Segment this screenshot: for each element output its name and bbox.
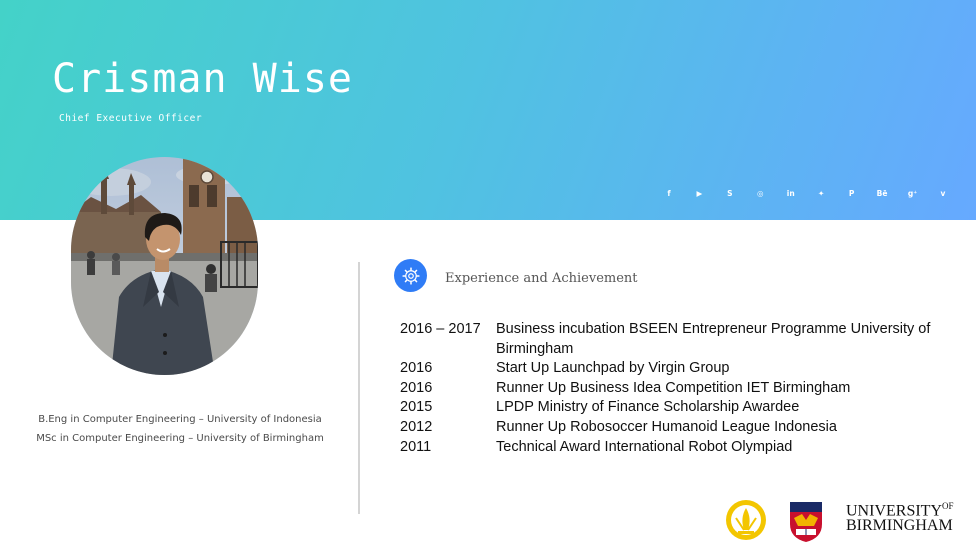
list-item: 2011 Technical Award International Robot…	[400, 438, 960, 458]
behance-icon[interactable]: Bē	[869, 185, 895, 201]
twitter-icon[interactable]: ✦	[808, 185, 834, 201]
achievement-year: 2012	[400, 418, 433, 435]
section-icon-badge	[394, 259, 427, 292]
achievements-list: 2016 – 2017 Business incubation BSEEN En…	[400, 320, 960, 457]
university-of-indonesia-logo	[726, 500, 766, 540]
section-title: Experience and Achievement	[445, 271, 638, 286]
achievement-year: 2015	[400, 399, 433, 416]
list-item: 2016 Runner Up Business Idea Competition…	[400, 379, 960, 399]
vertical-divider	[358, 262, 360, 514]
achievement-text: LPDP Ministry of Finance Scholarship Awa…	[496, 399, 800, 416]
list-item: 2016 – 2017 Business incubation BSEEN En…	[400, 320, 960, 359]
profile-photo-illustration	[71, 157, 258, 375]
skype-icon[interactable]: S	[717, 185, 743, 201]
profile-name: Crisman Wise	[52, 56, 353, 102]
achievement-year: 2016	[400, 379, 433, 396]
facebook-icon[interactable]: f	[656, 185, 682, 201]
profile-role: Chief Executive Officer	[59, 113, 203, 124]
university-of-birmingham-wordmark: UNIVERSITYOF BIRMINGHAM	[846, 499, 954, 535]
profile-photo	[71, 157, 258, 375]
youtube-icon[interactable]: ▶	[686, 185, 712, 201]
list-item: 2012 Runner Up Robosoccer Humanoid Leagu…	[400, 418, 960, 438]
list-item: 2015 LPDP Ministry of Finance Scholarshi…	[400, 398, 960, 418]
education-line-bachelor: B.Eng in Computer Engineering – Universi…	[38, 414, 322, 425]
achievement-text: Technical Award International Robot Olym…	[496, 438, 793, 455]
wordmark-line-birmingham: BIRMINGHAM	[846, 517, 953, 535]
list-item: 2016 Start Up Launchpad by Virgin Group	[400, 359, 960, 379]
gear-icon	[401, 266, 420, 285]
linkedin-icon[interactable]: in	[778, 185, 804, 201]
instagram-icon[interactable]: ◎	[747, 185, 773, 201]
university-of-birmingham-shield	[790, 502, 822, 542]
social-links: f ▶ S ◎ in ✦ P Bē g⁺ v	[656, 185, 956, 201]
achievement-year: 2016 – 2017	[400, 321, 481, 337]
google-plus-icon[interactable]: g⁺	[900, 185, 926, 201]
education-block: B.Eng in Computer Engineering – Universi…	[18, 410, 342, 448]
achievement-year: 2011	[400, 438, 432, 455]
achievement-text: Start Up Launchpad by Virgin Group	[496, 360, 730, 377]
achievement-text: Runner Up Robosoccer Humanoid League Ind…	[496, 418, 837, 435]
pinterest-icon[interactable]: P	[839, 185, 865, 201]
education-line-master: MSc in Computer Engineering – University…	[36, 433, 324, 444]
achievement-text: Business incubation BSEEN Entrepreneur P…	[496, 321, 931, 357]
achievement-text: Runner Up Business Idea Competition IET …	[496, 379, 851, 396]
wordmark-of: OF	[942, 501, 954, 511]
vimeo-icon[interactable]: v	[930, 185, 956, 201]
achievement-year: 2016	[400, 360, 433, 377]
